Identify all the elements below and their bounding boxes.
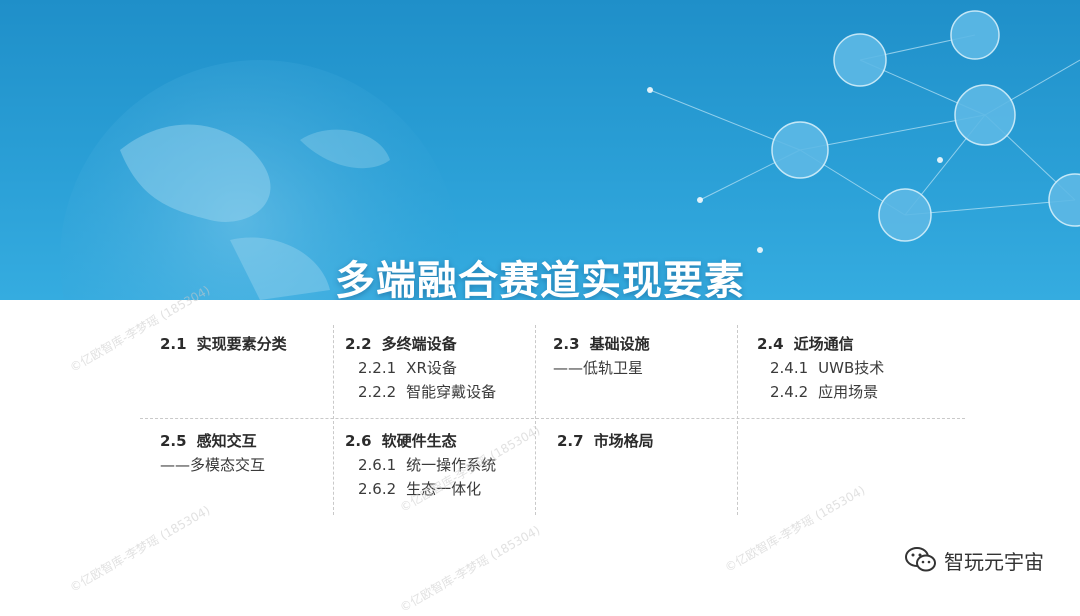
section-2-3[interactable]: 2.3 基础设施 ——低轨卫星 xyxy=(553,332,650,380)
subsection-number: 2.6.1 xyxy=(358,456,397,474)
subsection-label: 统一操作系统 xyxy=(406,456,497,474)
section-2-6[interactable]: 2.6 软硬件生态 2.6.1 统一操作系统 2.6.2 生态一体化 xyxy=(345,429,496,501)
subsection-label: 应用场景 xyxy=(818,383,879,401)
subsection-number: 2.4.2 xyxy=(770,383,809,401)
subsection-number: 2.4.1 xyxy=(770,359,809,377)
section-label: 基础设施 xyxy=(589,335,650,353)
subsection-label: UWB技术 xyxy=(818,359,885,377)
divider-horizontal xyxy=(140,418,965,419)
section-label: 实现要素分类 xyxy=(196,335,287,353)
subsection-label: 智能穿戴设备 xyxy=(406,383,497,401)
header-banner: 多端融合赛道实现要素 xyxy=(0,0,1080,300)
subsection-2-6-2[interactable]: 2.6.2 生态一体化 xyxy=(345,477,496,501)
section-number: 2.2 xyxy=(345,335,372,353)
divider-vertical xyxy=(333,325,334,515)
section-label: 软硬件生态 xyxy=(381,432,457,450)
watermark: ©亿欧智库-李梦瑶 (185304) xyxy=(397,523,543,615)
section-label: 感知交互 xyxy=(196,432,257,450)
subsection-2-2-1[interactable]: 2.2.1 XR设备 xyxy=(345,356,496,380)
section-number: 2.1 xyxy=(160,335,187,353)
watermark: ©亿欧智库-李梦瑶 (185304) xyxy=(67,503,213,595)
section-note: ——多模态交互 xyxy=(160,456,266,474)
section-2-4[interactable]: 2.4 近场通信 2.4.1 UWB技术 2.4.2 应用场景 xyxy=(757,332,884,404)
section-number: 2.4 xyxy=(757,335,784,353)
subsection-number: 2.6.2 xyxy=(358,480,397,498)
section-2-1[interactable]: 2.1 实现要素分类 xyxy=(160,332,287,356)
subsection-number: 2.2.2 xyxy=(358,383,397,401)
router-node-icon xyxy=(771,121,829,179)
wechat-icon xyxy=(905,547,936,572)
subsection-2-6-1[interactable]: 2.6.1 统一操作系统 xyxy=(345,453,496,477)
brand-name: 智玩元宇宙 xyxy=(944,549,1044,574)
network-node-icon xyxy=(833,33,887,87)
brand-mark: 智玩元宇宙 xyxy=(904,545,1044,575)
section-number: 2.6 xyxy=(345,432,372,450)
section-label: 多终端设备 xyxy=(381,335,457,353)
section-number: 2.5 xyxy=(160,432,187,450)
divider-vertical xyxy=(737,325,738,515)
section-note: ——低轨卫星 xyxy=(553,359,644,377)
section-label: 近场通信 xyxy=(793,335,854,353)
phone-node-icon xyxy=(950,10,1000,60)
subsection-2-4-2[interactable]: 2.4.2 应用场景 xyxy=(757,380,884,404)
subsection-2-4-1[interactable]: 2.4.1 UWB技术 xyxy=(757,356,884,380)
section-2-2[interactable]: 2.2 多终端设备 2.2.1 XR设备 2.2.2 智能穿戴设备 xyxy=(345,332,496,404)
subsection-number: 2.2.1 xyxy=(358,359,397,377)
subsection-2-2-2[interactable]: 2.2.2 智能穿戴设备 xyxy=(345,380,496,404)
section-2-5[interactable]: 2.5 感知交互 ——多模态交互 xyxy=(160,429,265,477)
subsection-label: XR设备 xyxy=(406,359,457,377)
section-2-7[interactable]: 2.7 市场格局 xyxy=(557,429,654,453)
device-node-icon xyxy=(1048,173,1080,227)
section-label: 市场格局 xyxy=(593,432,654,450)
divider-vertical xyxy=(535,325,536,515)
section-number: 2.7 xyxy=(557,432,584,450)
subsection-label: 生态一体化 xyxy=(406,480,482,498)
contents-grid: 2.1 实现要素分类 2.2 多终端设备 2.2.1 XR设备 2.2.2 智能穿戴设备… xyxy=(140,325,965,515)
page-title: 多端融合赛道实现要素 xyxy=(335,258,745,300)
section-number: 2.3 xyxy=(553,335,580,353)
chip-node-icon xyxy=(954,84,1016,146)
laptop-node-icon xyxy=(878,188,932,242)
